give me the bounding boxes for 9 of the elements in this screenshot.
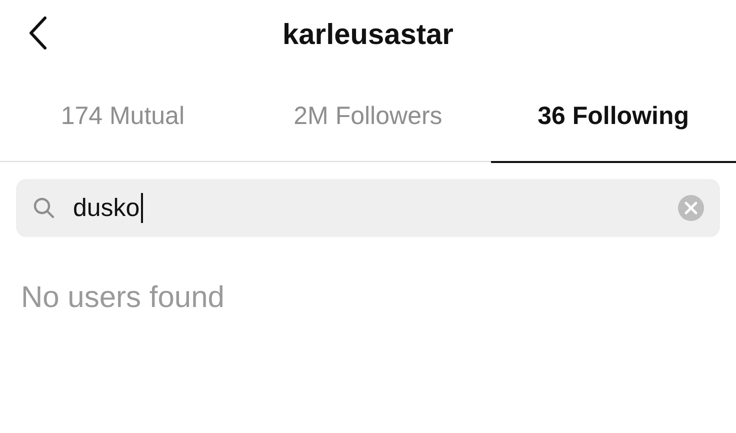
profile-username: karleusastar [282,18,454,52]
search-field[interactable]: dusko [16,179,720,237]
search-icon [33,197,55,219]
search-text: dusko [73,194,140,222]
empty-message: No users found [21,281,226,315]
back-button[interactable] [28,16,48,50]
text-cursor [140,193,143,223]
tab[interactable]: 36 Following [490,72,736,162]
chevron-left-icon [28,16,48,50]
